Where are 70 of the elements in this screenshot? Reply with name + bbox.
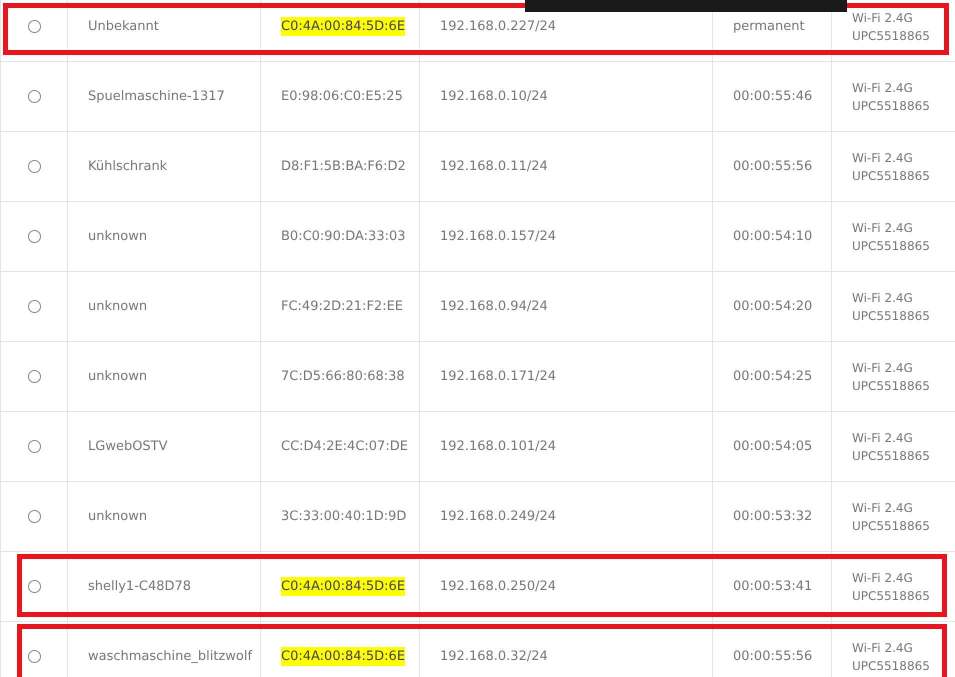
- network-name: UPC5518865: [852, 168, 931, 184]
- mac-address: C0:4A:00:84:5D:6E: [281, 646, 406, 666]
- radio-button[interactable]: [28, 160, 40, 173]
- radio-button[interactable]: [28, 20, 40, 33]
- device-name: Spuelmaschine-1317: [88, 88, 225, 106]
- network-name: UPC5518865: [852, 588, 931, 604]
- radio-button[interactable]: [28, 510, 40, 523]
- network-name: Wi-Fi 2.4G: [852, 10, 914, 26]
- lease-time: 00:00:55:46: [733, 88, 812, 106]
- mac-address: E0:98:06:C0:E5:25: [281, 88, 403, 106]
- radio-button[interactable]: [28, 650, 40, 663]
- network-name: Wi-Fi 2.4G: [852, 500, 914, 516]
- device-name: Unbekannt: [88, 18, 159, 36]
- radio-button[interactable]: [28, 90, 40, 103]
- network-name: UPC5518865: [852, 238, 931, 254]
- lease-time: 00:00:54:10: [733, 228, 812, 246]
- ip-address: 192.168.0.227/24: [440, 18, 556, 36]
- device-name: unknown: [88, 508, 148, 526]
- device-name: unknown: [88, 298, 148, 316]
- network-name: Wi-Fi 2.4G: [852, 220, 914, 236]
- device-name: unknown: [88, 368, 148, 386]
- device-name: LGwebOSTV: [88, 438, 168, 456]
- lease-time: 00:00:54:25: [733, 368, 812, 386]
- lease-time: 00:00:54:20: [733, 298, 812, 316]
- network-name: UPC5518865: [852, 518, 931, 534]
- network-name: Wi-Fi 2.4G: [852, 360, 914, 376]
- mac-address: C0:4A:00:84:5D:6E: [281, 576, 406, 596]
- network-name: Wi-Fi 2.4G: [852, 290, 914, 306]
- mac-address: 7C:D5:66:80:68:38: [281, 368, 405, 386]
- network-name: UPC5518865: [852, 448, 931, 464]
- mac-address: B0:C0:90:DA:33:03: [281, 228, 406, 246]
- ip-address: 192.168.0.94/24: [440, 298, 548, 316]
- lease-time: 00:00:53:32: [733, 508, 812, 526]
- mac-address: FC:49:2D:21:F2:EE: [281, 298, 403, 316]
- device-name: unknown: [88, 228, 148, 246]
- ip-address: 192.168.0.11/24: [440, 158, 548, 176]
- ip-address: 192.168.0.157/24: [440, 228, 556, 246]
- radio-button[interactable]: [28, 300, 40, 313]
- device-name: waschmaschine_blitzwolf: [88, 648, 252, 666]
- network-name: UPC5518865: [852, 28, 931, 44]
- lease-time: 00:00:55:56: [733, 648, 812, 666]
- network-name: UPC5518865: [852, 308, 931, 324]
- ip-address: 192.168.0.249/24: [440, 508, 556, 526]
- lease-time: 00:00:55:56: [733, 158, 812, 176]
- network-name: Wi-Fi 2.4G: [852, 150, 914, 166]
- lease-time: permanent: [733, 18, 805, 36]
- lease-time: 00:00:54:05: [733, 438, 812, 456]
- mac-address: D8:F1:5B:BA:F6:D2: [281, 158, 406, 176]
- network-name: UPC5518865: [852, 98, 931, 114]
- radio-button[interactable]: [28, 440, 40, 453]
- radio-button[interactable]: [28, 370, 40, 383]
- lease-time: 00:00:53:41: [733, 578, 812, 596]
- network-name: UPC5518865: [852, 378, 931, 394]
- device-name: Kühlschrank: [88, 158, 168, 176]
- ip-address: 192.168.0.171/24: [440, 368, 556, 386]
- network-name: Wi-Fi 2.4G: [852, 640, 914, 656]
- ip-address: 192.168.0.250/24: [440, 578, 556, 596]
- mac-address: CC:D4:2E:4C:07:DE: [281, 438, 408, 456]
- network-name: Wi-Fi 2.4G: [852, 80, 914, 96]
- network-name: UPC5518865: [852, 658, 931, 674]
- radio-button[interactable]: [28, 580, 40, 593]
- ip-address: 192.168.0.10/24: [440, 88, 548, 106]
- mac-address: 3C:33:00:40:1D:9D: [281, 508, 406, 526]
- network-name: Wi-Fi 2.4G: [852, 430, 914, 446]
- ip-address: 192.168.0.32/24: [440, 648, 548, 666]
- device-name: shelly1-C48D78: [88, 578, 192, 596]
- ip-address: 192.168.0.101/24: [440, 438, 556, 456]
- mac-address: C0:4A:00:84:5D:6E: [281, 16, 406, 36]
- radio-button[interactable]: [28, 230, 40, 243]
- network-name: Wi-Fi 2.4G: [852, 570, 914, 586]
